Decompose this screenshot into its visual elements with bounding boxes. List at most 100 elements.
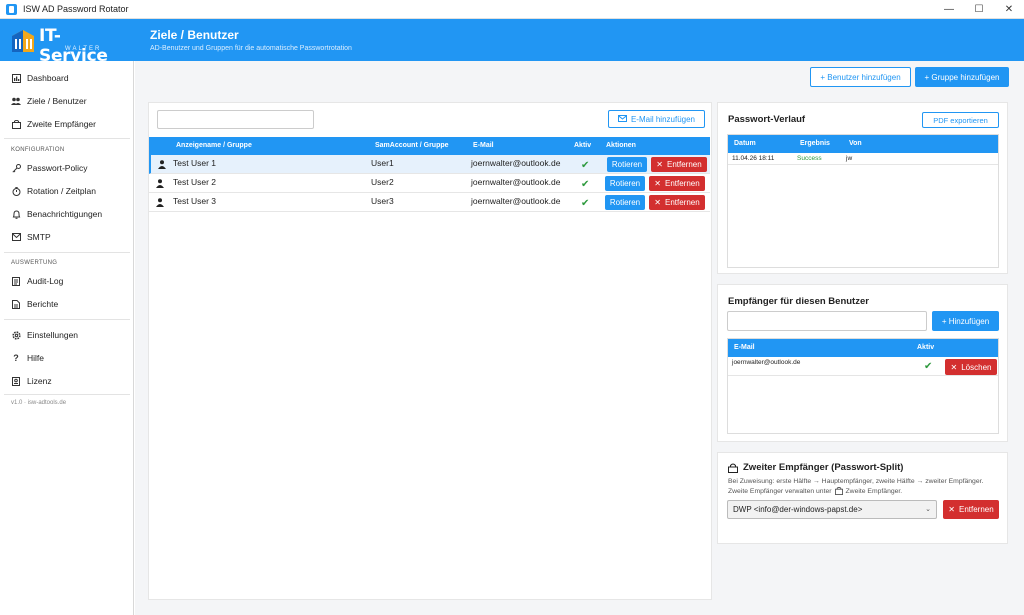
sidebar-item-smtp[interactable]: SMTP [0, 227, 133, 247]
sidebar-item-label: Dashboard [27, 73, 69, 83]
sidebar-item-rotation[interactable]: Rotation / Zeitplan [0, 181, 133, 201]
remove-label: Entfernen [667, 160, 702, 169]
second-desc-link: Zweite Empfänger. [845, 487, 903, 495]
row-email: joernwalter@outlook.de [471, 196, 561, 206]
row-name: Test User 1 [173, 158, 216, 168]
envelope-icon [617, 114, 627, 124]
maximize-button[interactable]: ☐ [964, 0, 994, 19]
sidebar-item-label: Lizenz [27, 376, 52, 386]
export-pdf-button[interactable]: PDF exportieren [922, 112, 999, 128]
history-table: Datum Ergebnis Von 11.04.26 18:11 Succes… [727, 134, 999, 268]
sidebar-item-label: Berichte [27, 299, 59, 309]
sidebar-item-dashboard[interactable]: Dashboard [0, 68, 133, 88]
sidebar-divider [4, 319, 130, 320]
recipient-email-input[interactable] [727, 311, 927, 331]
add-recipient-button[interactable]: + Hinzufügen [932, 311, 999, 331]
column-header: Aktiv [917, 344, 935, 351]
app-icon [6, 3, 17, 15]
row-name: Test User 2 [173, 177, 216, 187]
rotate-button[interactable]: Rotieren [605, 176, 645, 191]
minimize-button[interactable]: — [934, 0, 964, 19]
sidebar-item-help[interactable]: ? Hilfe [0, 348, 133, 368]
remove-label: Entfernen [959, 505, 994, 514]
page-title: Ziele / Benutzer [150, 28, 239, 42]
gear-icon [11, 330, 21, 340]
row-name: Test User 3 [173, 196, 216, 206]
version-label: v1.0 · isw-adtools.de [11, 400, 67, 406]
sidebar-item-label: Ziele / Benutzer [27, 96, 87, 106]
table-row[interactable]: 11.04.26 18:11 Success jw [728, 153, 998, 165]
sidebar-item-notifications[interactable]: Benachrichtigungen [0, 204, 133, 224]
row-sam: User3 [371, 196, 394, 206]
recipients-title: Empfänger für diesen Benutzer [728, 296, 869, 307]
close-button[interactable]: ✕ [994, 0, 1024, 19]
sidebar: Dashboard Ziele / Benutzer Zweite Empfän… [0, 61, 134, 615]
column-header: Aktionen [606, 142, 636, 149]
row-sam: User1 [371, 158, 394, 168]
delete-recipient-button[interactable]: ✕ Löschen [945, 359, 997, 375]
user-icon [158, 160, 166, 169]
sidebar-item-label: Rotation / Zeitplan [27, 186, 96, 196]
second-recipient-header: Zweiter Empfänger (Passwort-Split) [728, 462, 903, 473]
table-row[interactable]: joernwalter@outlook.de ✔ ✕ Löschen [728, 357, 998, 376]
search-input[interactable] [157, 110, 314, 129]
sidebar-section-eval: AUSWERTUNG [11, 260, 58, 266]
sidebar-item-label: Audit-Log [27, 276, 64, 286]
rotate-button[interactable]: Rotieren [607, 157, 647, 172]
history-panel: Passwort-Verlauf PDF exportieren Datum E… [717, 102, 1008, 274]
sidebar-item-label: Passwort-Policy [27, 163, 88, 173]
table-row[interactable]: Test User 3 User3 joernwalter@outlook.de… [149, 193, 710, 212]
sidebar-item-license[interactable]: Lizenz [0, 371, 133, 391]
second-recipient-icon [11, 119, 21, 129]
sidebar-item-settings[interactable]: Einstellungen [0, 325, 133, 345]
close-icon: ✕ [654, 179, 661, 188]
history-date: 11.04.26 18:11 [732, 155, 775, 162]
add-user-button[interactable]: + Benutzer hinzufügen [810, 67, 911, 87]
sidebar-item-password-policy[interactable]: Passwort-Policy [0, 158, 133, 178]
column-header: Ergebnis [800, 140, 830, 147]
remove-button[interactable]: ✕ Entfernen [651, 157, 707, 172]
second-recipient-title: Zweiter Empfänger (Passwort-Split) [743, 462, 904, 473]
remove-button[interactable]: ✕ Entfernen [649, 176, 705, 191]
table-row[interactable]: Test User 1 User1 joernwalter@outlook.de… [149, 155, 710, 174]
second-desc-text: Zweite Empfänger verwalten unter [728, 487, 832, 495]
recipients-panel: Empfänger für diesen Benutzer + Hinzufüg… [717, 284, 1008, 442]
log-icon [11, 276, 21, 286]
add-group-button[interactable]: + Gruppe hinzufügen [915, 67, 1009, 87]
column-header: Datum [734, 140, 756, 147]
sidebar-item-audit-log[interactable]: Audit-Log [0, 271, 133, 291]
sidebar-item-label: Benachrichtigungen [27, 209, 103, 219]
row-sam: User2 [371, 177, 394, 187]
close-icon: ✕ [654, 198, 661, 207]
table-row[interactable]: Test User 2 User2 joernwalter@outlook.de… [149, 174, 710, 193]
sidebar-item-label: SMTP [27, 232, 51, 242]
history-result: Success [797, 155, 822, 162]
row-email: joernwalter@outlook.de [471, 158, 561, 168]
sidebar-section-config: KONFIGURATION [11, 147, 65, 153]
page-subtitle: AD-Benutzer und Gruppen für die automati… [150, 45, 352, 52]
lock-icon [728, 463, 738, 473]
remove-button[interactable]: ✕ Entfernen [649, 195, 705, 210]
remove-label: Entfernen [665, 179, 700, 188]
main-content: + Benutzer hinzufügen + Gruppe hinzufüge… [135, 61, 1024, 615]
sidebar-item-reports[interactable]: Berichte [0, 294, 133, 314]
chevron-down-icon: ⌄ [925, 506, 931, 513]
remove-second-button[interactable]: ✕ Entfernen [943, 500, 999, 519]
second-recipient-select[interactable]: DWP <info@der-windows-papst.de> ⌄ [727, 500, 937, 519]
mail-icon [11, 232, 21, 242]
help-icon: ? [13, 353, 19, 363]
column-header: E-Mail [734, 344, 755, 351]
sidebar-divider [4, 394, 130, 395]
dashboard-icon [11, 73, 21, 83]
second-desc-line1: Bei Zuweisung: erste Hälfte → Hauptempfä… [728, 478, 984, 485]
add-email-button[interactable]: E-Mail hinzufügen [608, 110, 705, 128]
key-icon [11, 163, 21, 173]
check-icon: ✔ [581, 198, 590, 209]
history-by: jw [846, 155, 853, 162]
second-recipient-icon [834, 487, 843, 495]
rotate-button[interactable]: Rotieren [605, 195, 645, 210]
check-icon: ✔ [581, 160, 590, 171]
logo-subtext: WALTER [65, 46, 102, 52]
sidebar-item-second-recipients[interactable]: Zweite Empfänger [0, 114, 133, 134]
sidebar-item-targets[interactable]: Ziele / Benutzer [0, 91, 133, 111]
